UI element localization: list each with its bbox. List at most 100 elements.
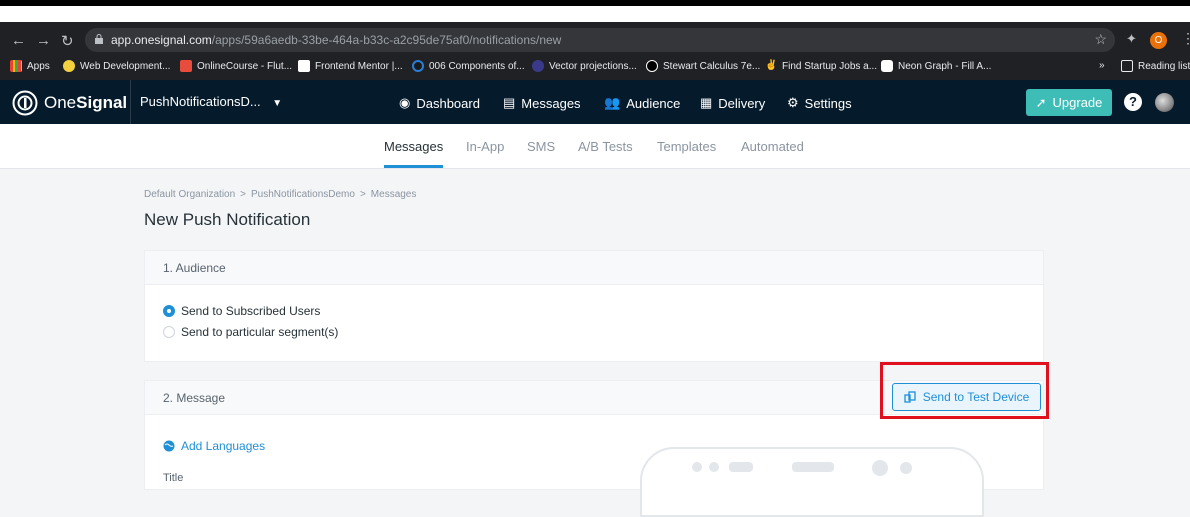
radio-unselected-icon <box>163 326 175 338</box>
browser-menu-icon[interactable]: ⋮ <box>1181 30 1190 47</box>
nav-messages[interactable]: ▤ Messages <box>503 95 581 111</box>
phone-sensor <box>900 462 912 474</box>
browser-toolbar: ← → ↻ app.onesignal.com/apps/59a6aedb-33… <box>0 25 1190 55</box>
bookmark-favicon-icon <box>63 60 75 72</box>
bookmark-item[interactable]: Vector projections... <box>532 60 637 72</box>
upgrade-button[interactable]: ➚ Upgrade <box>1026 89 1112 116</box>
bookmark-item[interactable]: Frontend Mentor |... <box>298 60 403 72</box>
breadcrumb-separator: > <box>240 189 247 200</box>
phone-status-dot <box>692 462 702 472</box>
bookmark-favicon-icon: ✌ <box>765 60 778 72</box>
nav-label: Settings <box>804 95 852 111</box>
add-languages-link[interactable]: Add Languages <box>163 439 265 453</box>
bookmark-favicon-icon <box>532 60 544 72</box>
address-bar[interactable]: app.onesignal.com/apps/59a6aedb-33be-464… <box>85 28 1115 52</box>
app-selector[interactable]: PushNotificationsD... ▼ <box>130 80 282 124</box>
onesignal-logo[interactable]: OneSignal <box>12 90 127 116</box>
help-icon[interactable]: ? <box>1124 93 1142 111</box>
nav-label: Audience <box>626 95 681 111</box>
reading-list[interactable]: Reading list <box>1121 60 1190 72</box>
url-path: /apps/59a6aedb-33be-464a-b33c-a2c95de75a… <box>211 33 562 47</box>
bookmark-favicon-icon <box>298 60 310 72</box>
nav-audience[interactable]: 👥 Audience <box>604 95 680 111</box>
title-field-label: Title <box>163 472 184 484</box>
tab-sms[interactable]: SMS <box>527 139 555 154</box>
gear-icon: ⚙ <box>787 95 799 110</box>
bookmark-item[interactable]: Stewart Calculus 7e... <box>646 60 760 72</box>
profile-avatar[interactable]: O <box>1150 32 1167 49</box>
reload-icon[interactable]: ↻ <box>61 32 74 50</box>
window-top-strip <box>0 0 1190 25</box>
bookmark-item[interactable]: Web Development... <box>63 60 170 72</box>
radio-selected-icon <box>163 305 175 317</box>
tab-automated[interactable]: Automated <box>741 139 804 154</box>
radio-label: Send to Subscribed Users <box>181 304 321 318</box>
send-to-test-device-label: Send to Test Device <box>922 390 1030 404</box>
globe-icon <box>163 440 175 452</box>
radio-label: Send to particular segment(s) <box>181 325 339 339</box>
upgrade-label: Upgrade <box>1052 95 1103 110</box>
bookmark-item[interactable]: OnlineCourse - Flut... <box>180 60 292 72</box>
bookmark-favicon-icon <box>646 60 658 72</box>
logo-text-two: Signal <box>76 93 128 112</box>
bookmark-label: 006 Components of... <box>429 60 525 72</box>
breadcrumb-messages[interactable]: Messages <box>371 189 417 200</box>
bookmark-label: Stewart Calculus 7e... <box>663 60 761 72</box>
reading-list-icon <box>1121 60 1133 72</box>
nav-label: Messages <box>521 95 581 111</box>
bookmark-item[interactable]: ✌ Find Startup Jobs a... <box>765 60 877 72</box>
send-to-test-device-button[interactable]: Send to Test Device <box>892 383 1041 411</box>
bookmark-favicon-icon <box>412 60 424 72</box>
caret-down-icon: ▼ <box>272 98 283 109</box>
bookmark-apps[interactable]: Apps <box>10 60 50 72</box>
breadcrumb: Default Organization > PushNotificationsDe… <box>144 189 416 200</box>
user-avatar[interactable] <box>1155 93 1174 112</box>
app-navbar: OneSignal PushNotificationsD... ▼ ◉ Dashb… <box>0 80 1190 124</box>
bookmark-item[interactable]: 006 Components of... <box>412 60 525 72</box>
tab-templates[interactable]: Templates <box>657 139 716 154</box>
radio-particular-segments[interactable]: Send to particular segment(s) <box>163 325 338 339</box>
bookmark-star-icon[interactable]: ☆ <box>1094 31 1107 48</box>
breadcrumb-app[interactable]: PushNotificationsDemo <box>251 189 355 200</box>
nav-dashboard[interactable]: ◉ Dashboard <box>399 95 480 111</box>
bookmarks-bar: Apps Web Development... OnlineCourse - F… <box>0 55 1190 80</box>
page-title: New Push Notification <box>144 210 311 229</box>
logo-text-one: One <box>44 93 77 112</box>
delivery-chart-icon: ▦ <box>700 95 713 110</box>
bookmark-label: OnlineCourse - Flut... <box>197 60 293 72</box>
dashboard-icon: ◉ <box>399 95 411 110</box>
breadcrumb-organization[interactable]: Default Organization <box>144 189 235 200</box>
back-icon[interactable]: ← <box>11 32 26 49</box>
app-name: PushNotificationsD... <box>140 94 261 109</box>
reading-list-label: Reading list <box>1138 60 1190 72</box>
audience-card-header: 1. Audience <box>145 251 1043 285</box>
phone-camera <box>872 460 888 476</box>
bookmarks-overflow[interactable]: » <box>1099 60 1105 71</box>
nav-settings[interactable]: ⚙ Settings <box>787 95 852 111</box>
extensions-icon[interactable]: ✦ <box>1126 31 1137 47</box>
test-device-icon <box>904 391 916 403</box>
bookmark-favicon-icon <box>881 60 893 72</box>
audience-card: 1. Audience Send to Subscribed Users Sen… <box>144 250 1044 362</box>
tab-in-app[interactable]: In-App <box>466 139 504 154</box>
nav-delivery[interactable]: ▦ Delivery <box>700 95 765 111</box>
audience-icon: 👥 <box>604 95 621 110</box>
nav-label: Delivery <box>718 95 766 111</box>
window-frame <box>0 0 1190 6</box>
tab-messages[interactable]: Messages <box>384 139 444 168</box>
bookmark-label: Apps <box>27 60 50 72</box>
bookmark-item[interactable]: Neon Graph - Fill A... <box>881 60 991 72</box>
forward-icon[interactable]: → <box>36 32 51 49</box>
url-host: app.onesignal.com <box>111 33 212 47</box>
apps-grid-icon <box>10 60 22 72</box>
add-languages-label: Add Languages <box>181 439 266 453</box>
tab-ab-tests[interactable]: A/B Tests <box>578 139 633 154</box>
onesignal-logo-icon <box>12 90 38 116</box>
phone-speaker <box>792 462 834 472</box>
phone-status-dot <box>709 462 719 472</box>
message-icon: ▤ <box>503 95 516 110</box>
radio-subscribed-users[interactable]: Send to Subscribed Users <box>163 304 320 318</box>
messages-subnav: Messages In-App SMS A/B Tests Templates … <box>0 124 1190 169</box>
bookmark-label: Frontend Mentor |... <box>315 60 403 72</box>
rocket-icon: ➚ <box>1035 94 1047 110</box>
